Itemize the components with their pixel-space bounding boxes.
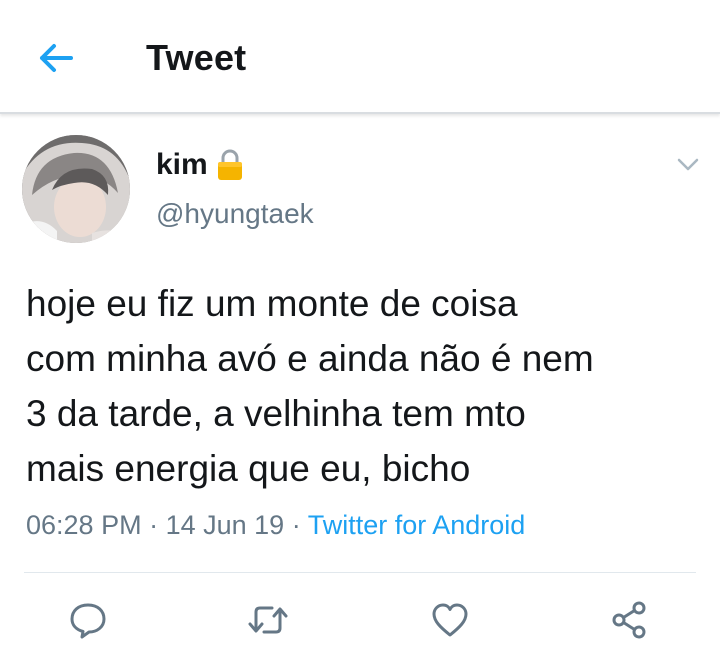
share-icon bbox=[612, 601, 646, 639]
reply-button[interactable] bbox=[64, 596, 112, 644]
author-handle[interactable]: @hyungtaek bbox=[156, 198, 314, 230]
tweet-meta: 06:28 PM · 14 Jun 19 · Twitter for Andro… bbox=[26, 510, 525, 541]
retweet-icon bbox=[248, 606, 288, 634]
lock-icon bbox=[216, 149, 244, 181]
back-button[interactable] bbox=[34, 38, 78, 78]
avatar[interactable] bbox=[22, 135, 130, 243]
action-bar bbox=[0, 596, 720, 644]
arrow-left-icon bbox=[40, 44, 73, 72]
author-name-row: kim bbox=[156, 148, 244, 182]
page-title: Tweet bbox=[146, 37, 247, 78]
chevron-down-icon bbox=[677, 158, 699, 171]
tweet-text: hoje eu fiz um monte de coisa com minha … bbox=[26, 283, 594, 489]
avatar-image bbox=[22, 135, 130, 243]
retweet-button[interactable] bbox=[244, 596, 292, 644]
reply-icon bbox=[70, 603, 106, 639]
tweet-date: 14 Jun 19 bbox=[165, 510, 285, 540]
like-button[interactable] bbox=[426, 596, 474, 644]
meta-separator: · bbox=[141, 510, 166, 540]
author-name[interactable]: kim bbox=[156, 148, 208, 182]
tweet-time: 06:28 PM bbox=[26, 510, 142, 540]
tweet-source-link[interactable]: Twitter for Android bbox=[308, 510, 526, 540]
heart-icon bbox=[432, 603, 468, 637]
divider bbox=[24, 572, 696, 573]
more-options-button[interactable] bbox=[674, 150, 702, 178]
meta-separator: · bbox=[284, 510, 308, 540]
share-button[interactable] bbox=[606, 596, 654, 644]
top-bar: Tweet bbox=[0, 0, 720, 114]
